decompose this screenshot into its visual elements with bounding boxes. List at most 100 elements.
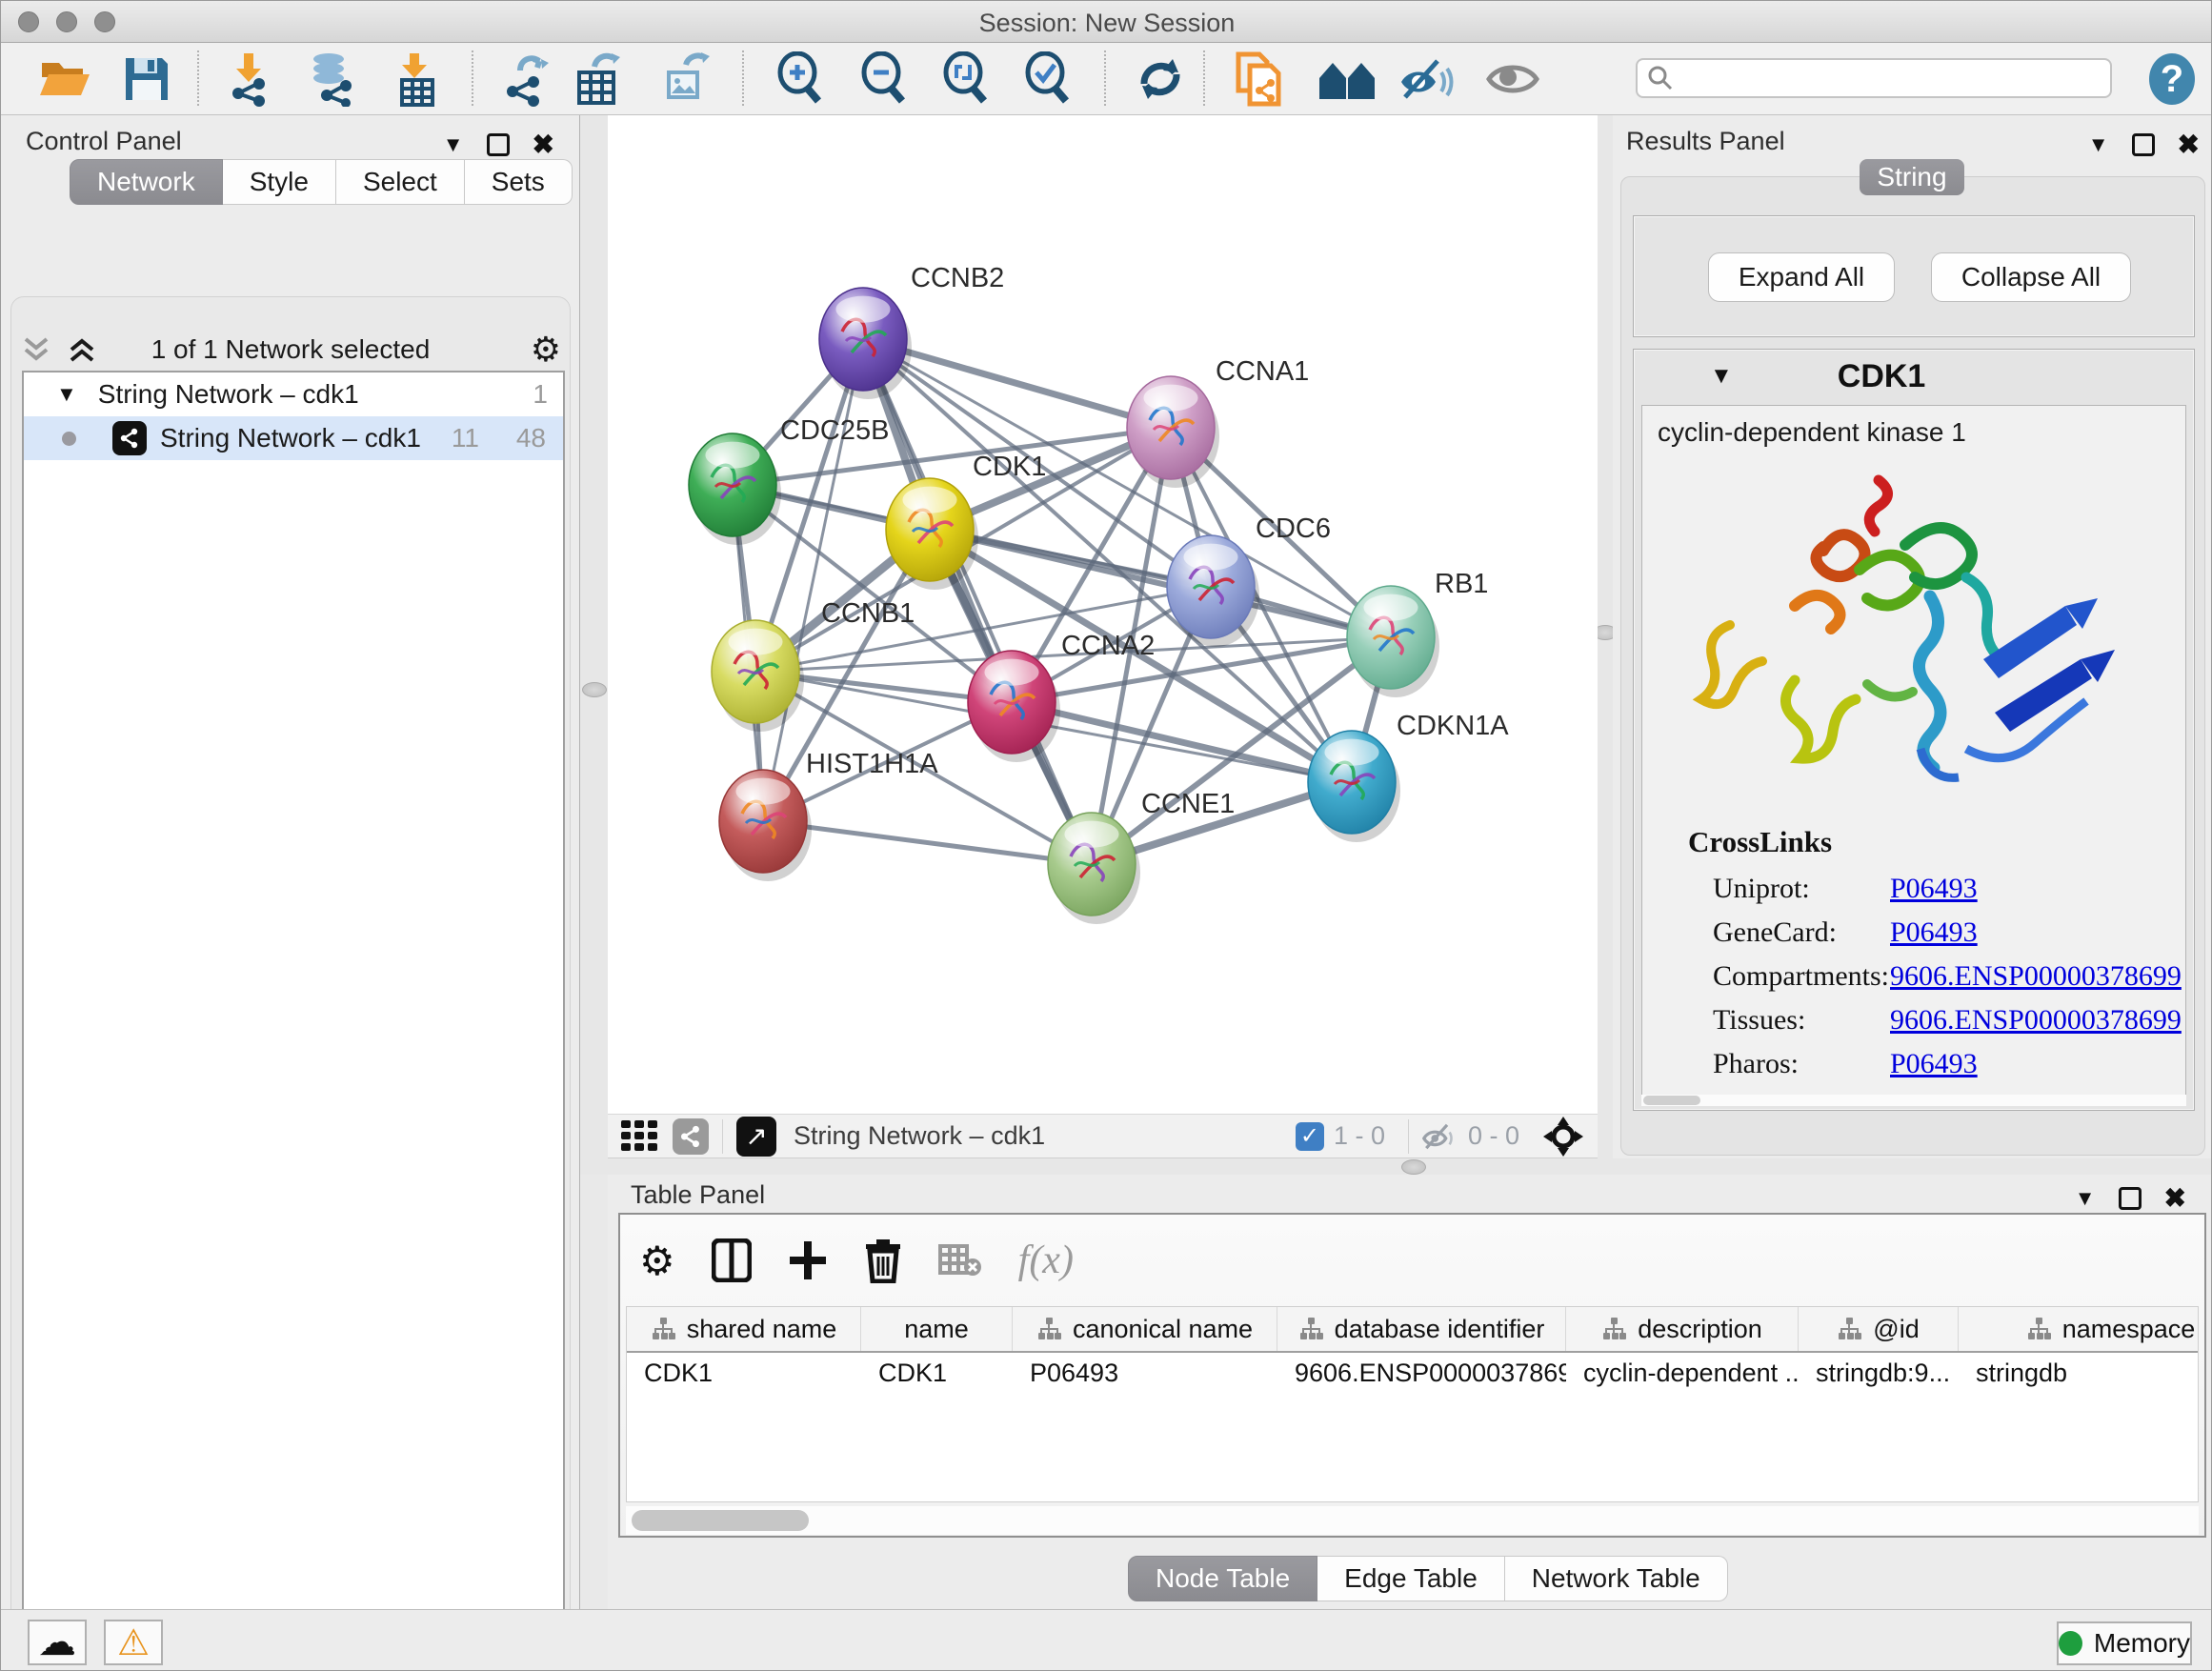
network-collection-row[interactable]: ▼ String Network – cdk1 1: [24, 372, 563, 416]
show-columns-icon[interactable]: [712, 1238, 752, 1282]
tab-network[interactable]: Network: [70, 159, 223, 205]
left-splitter[interactable]: [580, 115, 608, 1158]
results-panel-menu-icon[interactable]: ▼: [2088, 132, 2109, 157]
tab-network-table[interactable]: Network Table: [1505, 1556, 1728, 1601]
zoom-fit-icon[interactable]: [936, 50, 995, 108]
toolbar-separator: [1203, 50, 1205, 106]
import-network-database-icon[interactable]: [302, 50, 361, 108]
search-input[interactable]: [1674, 64, 2093, 93]
birdseye-icon[interactable]: [1542, 1116, 1584, 1158]
column-header-name[interactable]: name: [861, 1307, 1013, 1351]
node-entry-header[interactable]: ▼ CDK1: [1634, 350, 2194, 403]
export-network-icon[interactable]: [496, 50, 555, 108]
network-node-CCNE1[interactable]: CCNE1: [1048, 789, 1235, 924]
column-header-description[interactable]: description: [1566, 1307, 1799, 1351]
network-options-gear-icon[interactable]: ⚙: [531, 330, 561, 370]
network-node-CDKN1A[interactable]: CDKN1A: [1308, 711, 1509, 842]
cloud-status-button[interactable]: ☁: [28, 1620, 87, 1665]
save-session-icon[interactable]: [117, 50, 176, 108]
network-node-CDC6[interactable]: CDC6: [1167, 513, 1331, 647]
network-row[interactable]: String Network – cdk1 11 48: [24, 416, 563, 460]
crosslink-link[interactable]: P06493: [1890, 1048, 1978, 1080]
network-canvas[interactable]: CCNB2CCNA1CDC25BCDK1CDC6RB1CCNB1CCNA2CDK…: [608, 115, 1598, 1114]
detach-view-icon[interactable]: ↗: [736, 1117, 776, 1157]
help-icon[interactable]: ?: [2142, 50, 2202, 108]
right-splitter[interactable]: [1598, 115, 1613, 1158]
toolbar-separator: [197, 50, 199, 106]
show-all-panels-icon[interactable]: [1317, 50, 1377, 108]
copy-style-icon[interactable]: [1230, 50, 1289, 108]
network-node-RB1[interactable]: RB1: [1347, 569, 1488, 697]
table-hscrollbar[interactable]: [626, 1506, 2199, 1535]
tab-edge-table[interactable]: Edge Table: [1317, 1556, 1505, 1601]
cell-namespace[interactable]: stringdb: [1959, 1353, 2199, 1395]
memory-button[interactable]: Memory: [2057, 1621, 2192, 1665]
expand-all-button[interactable]: Expand All: [1708, 252, 1895, 302]
crosslink-link[interactable]: P06493: [1890, 873, 1978, 905]
column-header-namespace[interactable]: namespace: [1959, 1307, 2199, 1351]
results-panel-float-icon[interactable]: [2132, 133, 2155, 156]
zoom-selected-icon[interactable]: [1018, 50, 1077, 108]
table-options-gear-icon[interactable]: ⚙: [639, 1238, 675, 1284]
left-splitter-handle[interactable]: [582, 682, 607, 697]
results-panel-title: Results Panel: [1626, 127, 1785, 156]
cell-name[interactable]: CDK1: [861, 1353, 1013, 1395]
show-panel-icon[interactable]: [1483, 50, 1542, 108]
export-image-icon[interactable]: [656, 50, 715, 108]
hide-panel-icon[interactable]: [1398, 50, 1457, 108]
crosslink-row: Pharos: P06493: [1713, 1048, 2180, 1080]
zoom-out-icon[interactable]: [855, 50, 914, 108]
tab-string[interactable]: String: [1860, 159, 1964, 195]
cell-database-identifier[interactable]: 9606.ENSP00000378699: [1277, 1353, 1566, 1395]
network-node-CCNA2[interactable]: CCNA2: [968, 631, 1155, 762]
collection-expand-icon[interactable]: ▼: [56, 382, 77, 407]
cell-description[interactable]: cyclin-dependent ...: [1566, 1353, 1799, 1395]
cell-@id[interactable]: stringdb:9...: [1799, 1353, 1959, 1395]
control-panel-float-icon[interactable]: [487, 133, 510, 156]
tab-style[interactable]: Style: [223, 159, 336, 205]
table-panel-float-icon[interactable]: [2119, 1187, 2142, 1210]
table-panel-close-icon[interactable]: ✖: [2164, 1182, 2186, 1214]
tab-sets[interactable]: Sets: [465, 159, 573, 205]
open-session-icon[interactable]: [35, 50, 94, 108]
warnings-button[interactable]: ⚠: [104, 1620, 163, 1665]
column-header-shared-name[interactable]: shared name: [627, 1307, 861, 1351]
tab-select[interactable]: Select: [336, 159, 465, 205]
table-row[interactable]: CDK1CDK1P064939606.ENSP00000378699cyclin…: [627, 1353, 2198, 1395]
zoom-in-icon[interactable]: [771, 50, 830, 108]
tab-node-table[interactable]: Node Table: [1128, 1556, 1317, 1601]
column-header-@id[interactable]: @id: [1799, 1307, 1959, 1351]
network-edge-CDK1-RB1[interactable]: [930, 530, 1391, 637]
crosslink-link[interactable]: 9606.ENSP00000378699: [1890, 1004, 2182, 1037]
expand-collapse-box: Expand All Collapse All: [1633, 215, 2195, 337]
results-hscrollbar[interactable]: [1641, 1095, 2186, 1106]
network-edge-HIST1H1A-CCNE1[interactable]: [763, 821, 1092, 864]
export-table-icon[interactable]: [569, 50, 628, 108]
control-panel-menu-icon[interactable]: ▼: [443, 132, 464, 157]
column-header-canonical-name[interactable]: canonical name: [1013, 1307, 1277, 1351]
network-node-CDC25B[interactable]: CDC25B: [689, 415, 889, 545]
import-table-file-icon[interactable]: [386, 50, 445, 108]
control-panel-close-icon[interactable]: ✖: [533, 129, 554, 160]
cell-canonical-name[interactable]: P06493: [1013, 1353, 1277, 1395]
network-node-CCNB2[interactable]: CCNB2: [819, 263, 1004, 399]
collapse-all-button[interactable]: Collapse All: [1931, 252, 2131, 302]
column-header-database-identifier[interactable]: database identifier: [1277, 1307, 1566, 1351]
crosslink-link[interactable]: 9606.ENSP00000378699: [1890, 960, 2182, 993]
network-view-icon[interactable]: [673, 1118, 709, 1155]
table-panel-menu-icon[interactable]: ▼: [2075, 1186, 2096, 1211]
cell-shared-name[interactable]: CDK1: [627, 1353, 861, 1395]
import-network-file-icon[interactable]: [218, 50, 277, 108]
network-node-CCNA1[interactable]: CCNA1: [1127, 356, 1309, 488]
grid-view-icon[interactable]: [621, 1120, 657, 1153]
bottom-splitter-handle[interactable]: [1401, 1159, 1426, 1175]
results-panel-close-icon[interactable]: ✖: [2178, 129, 2200, 160]
entry-collapse-icon[interactable]: ▼: [1710, 363, 1733, 390]
delete-column-icon[interactable]: [864, 1238, 902, 1283]
crosslink-link[interactable]: P06493: [1890, 916, 1978, 949]
apply-layout-icon[interactable]: [1131, 50, 1190, 108]
network-node-HIST1H1A[interactable]: HIST1H1A: [719, 749, 938, 881]
bottom-splitter[interactable]: [580, 1158, 2212, 1175]
selected-nodes-checkbox[interactable]: ✓: [1296, 1122, 1324, 1151]
add-column-icon[interactable]: [788, 1239, 828, 1281]
